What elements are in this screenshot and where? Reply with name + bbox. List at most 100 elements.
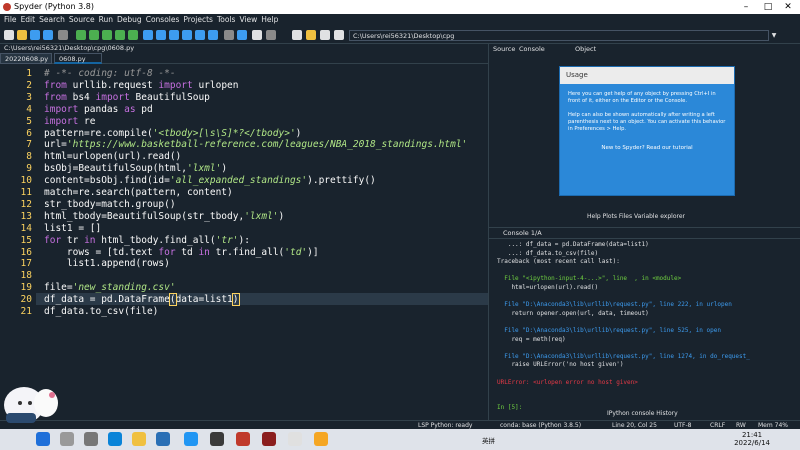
code-line[interactable]: bsObj=BeautifulSoup(html,'lxml') bbox=[44, 163, 227, 174]
line-number: 3 bbox=[26, 91, 32, 103]
run-selection-icon[interactable] bbox=[115, 30, 125, 40]
save-icon[interactable] bbox=[30, 30, 40, 40]
python-path-icon[interactable] bbox=[266, 30, 276, 40]
console-line: html=urlopen(url).read() bbox=[497, 284, 599, 291]
code-line[interactable]: list1.append(rows) bbox=[44, 258, 170, 269]
code-line[interactable]: rows = [td.text for td in tr.find_all('t… bbox=[44, 247, 319, 258]
step-into-icon[interactable] bbox=[169, 30, 179, 40]
menu-item-projects[interactable]: Projects bbox=[183, 15, 213, 24]
code-line[interactable]: import re bbox=[44, 116, 96, 127]
line-number: 1 bbox=[26, 68, 32, 79]
store-icon[interactable] bbox=[156, 432, 170, 446]
forward-arrow-icon[interactable] bbox=[334, 30, 344, 40]
app-icon[interactable] bbox=[210, 432, 224, 446]
step-icon[interactable] bbox=[156, 30, 166, 40]
code-line[interactable]: url='https://www.basketball-reference.co… bbox=[44, 139, 467, 150]
code-line[interactable]: df_data = pd.DataFrame(data=list1) bbox=[44, 293, 240, 307]
open-file-icon[interactable] bbox=[17, 30, 27, 40]
help-toolbar: Source Console Object bbox=[489, 44, 800, 55]
menu-item-file[interactable]: File bbox=[4, 15, 17, 24]
chevron-down-icon[interactable]: ▼ bbox=[769, 30, 779, 41]
code-line[interactable]: str_tbody=match.group() bbox=[44, 199, 176, 210]
code-line[interactable]: content=bsObj.find(id='all_expanded_stan… bbox=[44, 175, 376, 186]
code-line[interactable]: df_data.to_csv(file) bbox=[44, 306, 158, 317]
console-line: In [5]: bbox=[497, 404, 523, 412]
usage-tutorial-link[interactable]: New to Spyder? Read our tutorial bbox=[560, 145, 734, 152]
system-clock[interactable]: 21:41 2022/6/14 bbox=[734, 431, 770, 447]
editor-tabs: 20220608.py 0608.py bbox=[0, 53, 488, 64]
console-line: req = meth(req) bbox=[497, 335, 566, 343]
line-number: 15 bbox=[20, 234, 32, 246]
wrench-icon[interactable] bbox=[252, 30, 262, 40]
stop-debug-icon[interactable] bbox=[208, 30, 218, 40]
line-number-gutter: 1 2 3 4 5 6 7 8 9 10 11 12 13 14 15 16 17 18 19 20 21 bbox=[0, 64, 36, 370]
help-bottom-tabs[interactable]: Help Plots Files Variable explorer bbox=[587, 212, 685, 222]
maximize-icon[interactable]: □ bbox=[758, 0, 778, 14]
menu-item-debug[interactable]: Debug bbox=[117, 15, 142, 24]
menu-item-search[interactable]: Search bbox=[39, 15, 65, 24]
step-return-icon[interactable] bbox=[182, 30, 192, 40]
edge-icon[interactable] bbox=[108, 432, 122, 446]
app2-icon[interactable] bbox=[288, 432, 302, 446]
usage-text-2: Help can also be shown automatically aft… bbox=[568, 112, 726, 132]
code-line[interactable]: pattern=re.compile('<tbody>[\s\S]*?</tbo… bbox=[44, 128, 301, 139]
back-arrow-icon[interactable] bbox=[320, 30, 330, 40]
code-line[interactable]: file='new_standing.csv' bbox=[44, 282, 176, 293]
windows-start-icon[interactable] bbox=[36, 432, 50, 446]
menu-item-tools[interactable]: Tools bbox=[217, 15, 235, 24]
line-number: 13 bbox=[20, 210, 32, 222]
close-icon[interactable]: ✕ bbox=[778, 0, 798, 14]
run-cell-advance-icon[interactable] bbox=[102, 30, 112, 40]
menu-item-consoles[interactable]: Consoles bbox=[146, 15, 180, 24]
menu-item-edit[interactable]: Edit bbox=[21, 15, 36, 24]
minimize-icon[interactable]: – bbox=[736, 0, 756, 14]
media-app-icon[interactable] bbox=[236, 432, 250, 446]
code-line[interactable]: list1 = [] bbox=[44, 223, 101, 234]
app3-icon[interactable] bbox=[314, 432, 328, 446]
code-line[interactable]: for tr in html_tbody.find_all('tr'): bbox=[44, 235, 250, 246]
console-tab[interactable]: Console 1/A bbox=[503, 228, 542, 239]
code-line[interactable]: # -*- coding: utf-8 -*- bbox=[44, 68, 176, 79]
search-icon[interactable] bbox=[60, 432, 74, 446]
code-line[interactable]: html=urlopen(url).read() bbox=[44, 151, 181, 162]
menu-item-source[interactable]: Source bbox=[69, 15, 95, 24]
code-line[interactable]: from bs4 import BeautifulSoup bbox=[44, 92, 210, 103]
file-explorer-icon[interactable] bbox=[132, 432, 146, 446]
tab-20220608[interactable]: 20220608.py bbox=[0, 53, 52, 64]
working-directory-input[interactable]: C:\Users\rei56321\Desktop\cpg bbox=[349, 30, 769, 41]
rerun-icon[interactable] bbox=[128, 30, 138, 40]
code-editor[interactable]: 1 2 3 4 5 6 7 8 9 10 11 12 13 14 15 16 17 18 19 20 21 # -*- … bbox=[0, 64, 488, 370]
tools-icon[interactable] bbox=[292, 30, 302, 40]
continue-icon[interactable] bbox=[195, 30, 205, 40]
ipython-console[interactable]: Console 1/A ...: df_data = pd.DataFrame(… bbox=[488, 227, 800, 420]
help-source-label[interactable]: Source bbox=[493, 44, 515, 55]
code-line[interactable]: import pandas as pd bbox=[44, 104, 153, 115]
help-console-label[interactable]: Console bbox=[519, 44, 545, 55]
python-logo-icon[interactable] bbox=[306, 30, 316, 40]
help-object-label[interactable]: Object bbox=[575, 44, 596, 55]
line-number: 8 bbox=[26, 151, 32, 163]
ime-indicator[interactable]: 英拼 bbox=[482, 435, 495, 445]
new-file-icon[interactable] bbox=[4, 30, 14, 40]
menu-item-view[interactable]: View bbox=[239, 15, 257, 24]
save-all-icon[interactable] bbox=[43, 30, 53, 40]
code-line[interactable]: html_tbody=BeautifulSoup(str_tbody,'lxml… bbox=[44, 211, 284, 222]
menu-item-help[interactable]: Help bbox=[261, 15, 278, 24]
tab-0608[interactable]: 0608.py bbox=[54, 53, 102, 64]
task-view-icon[interactable] bbox=[84, 432, 98, 446]
print-icon[interactable] bbox=[58, 30, 68, 40]
browser-icon[interactable] bbox=[184, 432, 198, 446]
maximize-pane-icon[interactable] bbox=[224, 30, 234, 40]
run-cell-icon[interactable] bbox=[89, 30, 99, 40]
line-number: 20 bbox=[20, 294, 32, 306]
window-title: Spyder (Python 3.8) bbox=[14, 2, 94, 11]
run-icon[interactable] bbox=[76, 30, 86, 40]
menu-item-run[interactable]: Run bbox=[99, 15, 113, 24]
code-line[interactable]: from urllib.request import urlopen bbox=[44, 80, 239, 91]
debug-icon[interactable] bbox=[143, 30, 153, 40]
spyder-taskbar-icon[interactable] bbox=[262, 432, 276, 446]
console-bottom-tabs[interactable]: IPython console History bbox=[607, 409, 678, 419]
preferences-icon[interactable] bbox=[237, 30, 247, 40]
code-line[interactable]: match=re.search(pattern, content) bbox=[44, 187, 233, 198]
console-line: File "D:\Anaconda3\lib\urllib\request.py… bbox=[497, 327, 721, 334]
